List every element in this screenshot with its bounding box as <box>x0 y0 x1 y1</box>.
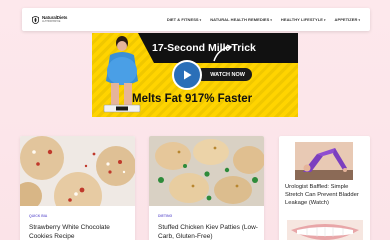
nav-item-diet-fitness[interactable]: DIET & FITNESS ▾ <box>167 17 201 22</box>
sidebar-ad-title[interactable]: Urologist Baffled: Simple Stretch Can Pr… <box>285 184 367 207</box>
site-header: NaturalDiets AUTHORITATIVE DIET & FITNES… <box>22 8 370 31</box>
chevron-down-icon: ▾ <box>358 17 360 22</box>
stretch-image <box>295 142 353 180</box>
article-category[interactable]: QUICK BIA <box>29 214 47 218</box>
logo-icon <box>32 15 39 24</box>
article-category[interactable]: DIETING <box>158 214 172 218</box>
chevron-down-icon: ▾ <box>270 17 272 22</box>
chevron-down-icon: ▾ <box>323 17 326 22</box>
site-logo[interactable]: NaturalDiets AUTHORITATIVE <box>32 15 67 24</box>
watch-now-button[interactable]: WATCH NOW <box>196 68 252 81</box>
nav-item-appetizer[interactable]: APPETIZER ▾ <box>335 17 360 22</box>
ad-headline: 17-Second Milk Trick <box>152 42 256 54</box>
chevron-down-icon: ▾ <box>199 17 202 22</box>
nav-item-healthy-lifestyle[interactable]: HEALTHY LIFESTYLE ▾ <box>281 17 326 22</box>
logo-tagline: AUTHORITATIVE <box>42 19 61 23</box>
ad-tagline: Melts Fat 917% Faster <box>132 93 253 105</box>
main-nav: DIET & FITNESS ▾ NATURAL HEALTH REMEDIES ▾… <box>167 17 360 22</box>
article-title[interactable]: Stuffed Chicken Kiev Patties (Low-Carb, … <box>158 224 258 240</box>
cookies-image <box>20 136 135 220</box>
nav-item-natural-health-remedies[interactable]: NATURAL HEALTH REMEDIES ▾ <box>210 17 272 22</box>
sidebar-ad-card[interactable]: Urologist Baffled: Simple Stretch Can Pr… <box>279 136 370 240</box>
teeth-image <box>287 220 363 240</box>
play-icon <box>184 70 192 80</box>
ad-banner[interactable]: 17-Second Milk Trick WATCH NOW Melts Fat… <box>92 33 298 117</box>
article-card[interactable]: DIETING Stuffed Chicken Kiev Patties (Lo… <box>149 136 264 240</box>
article-card[interactable]: QUICK BIA Strawberry White Chocolate Coo… <box>20 136 135 240</box>
chicken-patties-image <box>149 136 264 206</box>
play-button[interactable] <box>172 60 202 90</box>
article-title[interactable]: Strawberry White Chocolate Cookies Recip… <box>29 224 129 240</box>
